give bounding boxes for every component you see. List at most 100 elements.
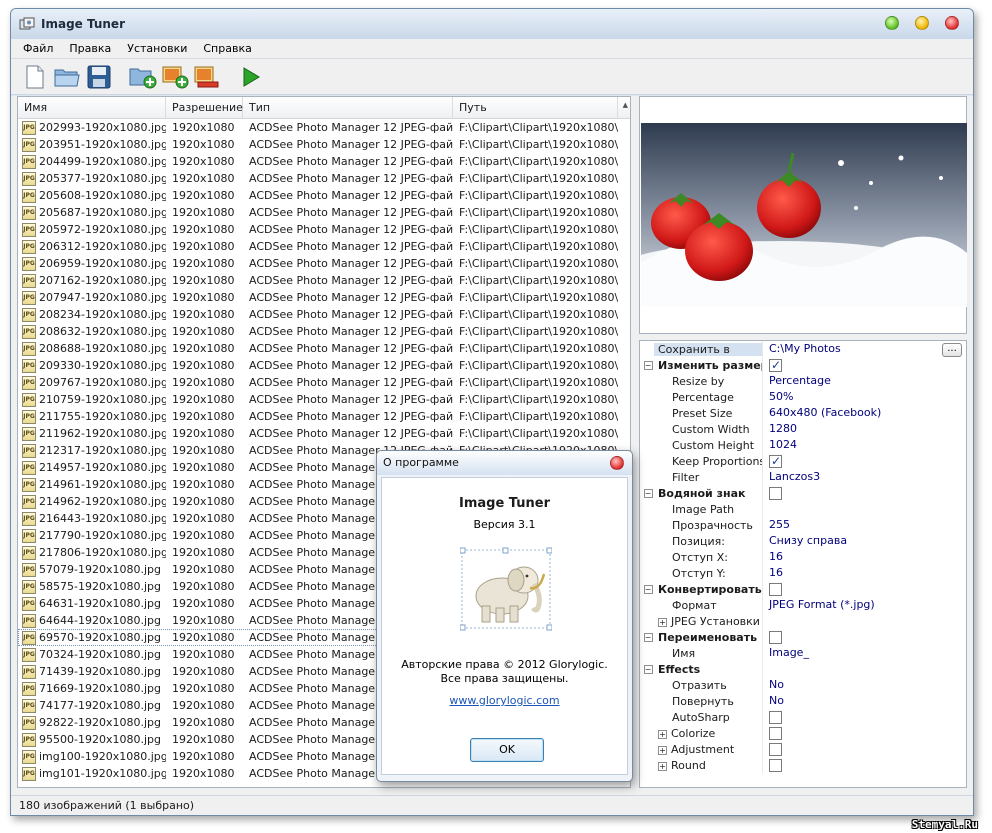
prop-value[interactable]: [762, 485, 966, 501]
table-row[interactable]: JPG 209767-1920x1080.jpg 1920x1080 ACDSee P…: [18, 374, 630, 391]
checkbox[interactable]: [769, 630, 782, 644]
prop-row[interactable]: Формат JPEG Format (*.jpg): [640, 597, 966, 613]
prop-row[interactable]: Имя Image_: [640, 645, 966, 661]
prop-row[interactable]: + JPEG Установки: [640, 613, 966, 629]
table-row[interactable]: JPG 204499-1920x1080.jpg 1920x1080 ACDSee P…: [18, 153, 630, 170]
table-row[interactable]: JPG 208688-1920x1080.jpg 1920x1080 ACDSee P…: [18, 340, 630, 357]
maximize-button[interactable]: [915, 16, 929, 30]
prop-value[interactable]: Снизу справа: [762, 533, 966, 549]
prop-row[interactable]: Отразить No: [640, 677, 966, 693]
expand-icon[interactable]: +: [658, 729, 667, 739]
prop-value[interactable]: Image_: [762, 645, 966, 661]
table-row[interactable]: JPG 210759-1920x1080.jpg 1920x1080 ACDSee P…: [18, 391, 630, 408]
prop-row[interactable]: Отступ X: 16: [640, 549, 966, 565]
about-website-link[interactable]: www.glorylogic.com: [382, 694, 627, 707]
table-row[interactable]: JPG 205608-1920x1080.jpg 1920x1080 ACDSee P…: [18, 187, 630, 204]
prop-row[interactable]: Отступ Y: 16: [640, 565, 966, 581]
prop-value[interactable]: [762, 725, 966, 741]
prop-category[interactable]: − Effects: [640, 661, 966, 677]
prop-value[interactable]: 16: [762, 549, 966, 565]
run-icon[interactable]: [237, 63, 265, 91]
prop-value[interactable]: [762, 613, 966, 629]
checkbox[interactable]: [769, 726, 782, 740]
table-row[interactable]: JPG 208632-1920x1080.jpg 1920x1080 ACDSee P…: [18, 323, 630, 340]
column-header-type[interactable]: Тип: [243, 97, 453, 118]
expand-icon[interactable]: +: [658, 761, 667, 771]
checkbox[interactable]: [769, 357, 782, 373]
prop-row[interactable]: Preset Size 640x480 (Facebook): [640, 405, 966, 421]
prop-value[interactable]: No: [762, 677, 966, 693]
about-close-button[interactable]: [610, 456, 624, 470]
ok-button[interactable]: OK: [470, 738, 544, 762]
menu-settings[interactable]: Установки: [119, 42, 195, 55]
add-images-icon[interactable]: [161, 63, 189, 91]
prop-value[interactable]: 640x480 (Facebook): [762, 405, 966, 421]
save-icon[interactable]: [85, 63, 113, 91]
prop-row[interactable]: Keep Proportions: [640, 453, 966, 469]
table-row[interactable]: JPG 211962-1920x1080.jpg 1920x1080 ACDSee P…: [18, 425, 630, 442]
prop-row[interactable]: + Adjustment: [640, 741, 966, 757]
minimize-button[interactable]: [885, 16, 899, 30]
menu-file[interactable]: Файл: [15, 42, 61, 55]
add-folder-icon[interactable]: [129, 63, 157, 91]
open-folder-icon[interactable]: [53, 63, 81, 91]
column-header-resolution[interactable]: Разрешение: [166, 97, 243, 118]
scroll-up-icon[interactable]: ▲: [623, 101, 628, 109]
prop-value[interactable]: [762, 581, 966, 597]
prop-row[interactable]: Custom Height 1024: [640, 437, 966, 453]
prop-category[interactable]: − Конвертировать: [640, 581, 966, 597]
prop-row[interactable]: Image Path: [640, 501, 966, 517]
table-row[interactable]: JPG 209330-1920x1080.jpg 1920x1080 ACDSee P…: [18, 357, 630, 374]
column-header-name[interactable]: Имя: [18, 97, 166, 118]
table-row[interactable]: JPG 205972-1920x1080.jpg 1920x1080 ACDSee P…: [18, 221, 630, 238]
table-row[interactable]: JPG 206312-1920x1080.jpg 1920x1080 ACDSee P…: [18, 238, 630, 255]
collapse-icon[interactable]: −: [642, 631, 654, 643]
prop-value[interactable]: 50%: [762, 389, 966, 405]
column-header-path[interactable]: Путь: [453, 97, 618, 118]
table-row[interactable]: JPG 207947-1920x1080.jpg 1920x1080 ACDSee P…: [18, 289, 630, 306]
prop-value[interactable]: No: [762, 693, 966, 709]
table-row[interactable]: JPG 205687-1920x1080.jpg 1920x1080 ACDSee P…: [18, 204, 630, 221]
prop-value[interactable]: 255: [762, 517, 966, 533]
prop-value[interactable]: [762, 501, 966, 517]
prop-category[interactable]: − Водяной знак: [640, 485, 966, 501]
collapse-icon[interactable]: −: [642, 359, 654, 371]
table-row[interactable]: JPG 203951-1920x1080.jpg 1920x1080 ACDSee P…: [18, 136, 630, 153]
checkbox[interactable]: [769, 486, 782, 500]
prop-value[interactable]: [762, 629, 966, 645]
expand-icon[interactable]: +: [658, 617, 667, 627]
prop-value[interactable]: [762, 709, 966, 725]
prop-category[interactable]: − Переименовать: [640, 629, 966, 645]
menu-edit[interactable]: Правка: [61, 42, 119, 55]
table-row[interactable]: JPG 206959-1920x1080.jpg 1920x1080 ACDSee P…: [18, 255, 630, 272]
prop-row[interactable]: Позиция: Снизу справа: [640, 533, 966, 549]
table-row[interactable]: JPG 208234-1920x1080.jpg 1920x1080 ACDSee P…: [18, 306, 630, 323]
prop-row[interactable]: Повернуть No: [640, 693, 966, 709]
prop-row[interactable]: Прозрачность 255: [640, 517, 966, 533]
prop-row[interactable]: Filter Lanczos3: [640, 469, 966, 485]
close-button[interactable]: [945, 16, 959, 30]
prop-category[interactable]: − Изменить размер: [640, 357, 966, 373]
prop-value[interactable]: JPEG Format (*.jpg): [762, 597, 966, 613]
prop-value[interactable]: [762, 453, 966, 469]
prop-value[interactable]: [762, 357, 966, 373]
new-file-icon[interactable]: [21, 63, 49, 91]
prop-row[interactable]: Percentage 50%: [640, 389, 966, 405]
checkbox[interactable]: [769, 453, 782, 469]
collapse-icon[interactable]: −: [642, 487, 654, 499]
checkbox[interactable]: [769, 742, 782, 756]
prop-row[interactable]: + Colorize: [640, 725, 966, 741]
collapse-icon[interactable]: −: [642, 663, 654, 675]
expand-icon[interactable]: +: [658, 745, 667, 755]
prop-row[interactable]: Resize by Percentage: [640, 373, 966, 389]
prop-value[interactable]: 1280: [762, 421, 966, 437]
table-row[interactable]: JPG 207162-1920x1080.jpg 1920x1080 ACDSee P…: [18, 272, 630, 289]
checkbox[interactable]: [769, 582, 782, 596]
browse-button[interactable]: ...: [942, 343, 962, 357]
prop-row[interactable]: AutoSharp: [640, 709, 966, 725]
prop-value[interactable]: [762, 661, 966, 677]
prop-value[interactable]: Percentage: [762, 373, 966, 389]
prop-row[interactable]: + Round: [640, 757, 966, 773]
prop-save-to-value[interactable]: C:\My Photos: [762, 341, 966, 357]
table-row[interactable]: JPG 202993-1920x1080.jpg 1920x1080 ACDSee P…: [18, 119, 630, 136]
